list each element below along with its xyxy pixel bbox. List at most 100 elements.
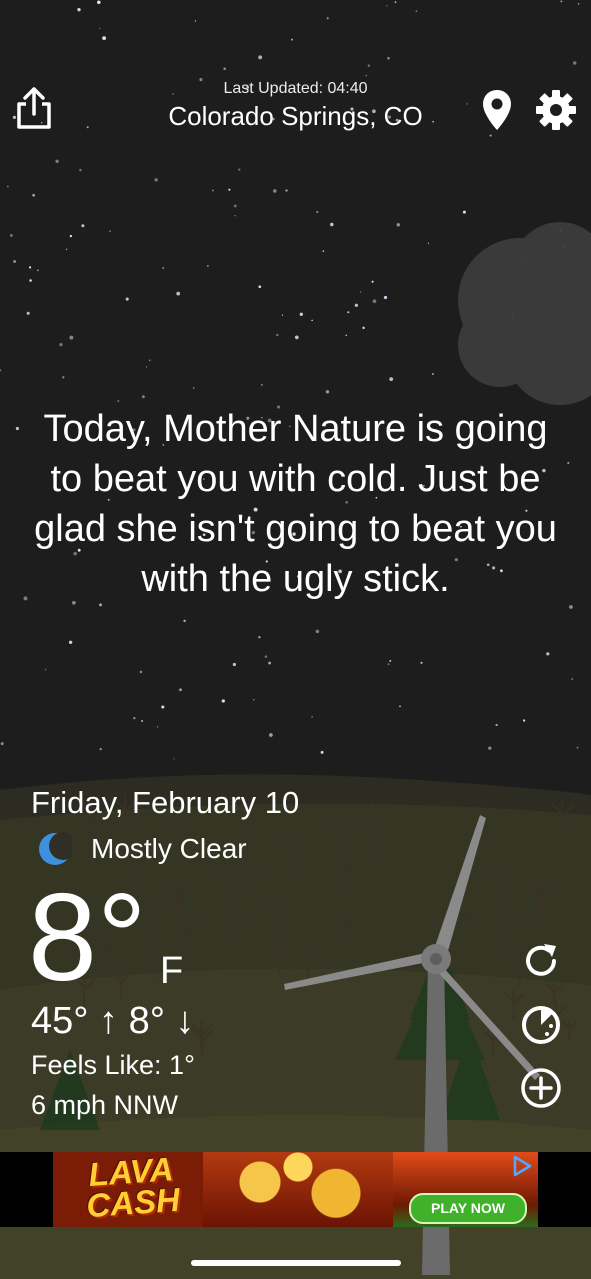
crescent-moon-icon [38, 832, 72, 866]
star [183, 619, 186, 623]
star [315, 629, 320, 634]
star [276, 333, 279, 337]
star [269, 733, 273, 737]
star [383, 295, 388, 300]
star [125, 297, 129, 301]
star [420, 661, 423, 664]
star [9, 233, 13, 237]
refresh-icon [526, 944, 556, 976]
star [228, 188, 231, 191]
star [359, 291, 362, 293]
star [345, 334, 347, 337]
star [233, 204, 237, 208]
star [23, 596, 28, 601]
star [65, 248, 68, 251]
star [399, 705, 401, 708]
star [394, 1, 397, 4]
star [386, 5, 388, 7]
star [29, 266, 32, 269]
star [489, 134, 492, 137]
star [207, 265, 209, 267]
ad-banner[interactable]: LAVA CASH PLAY NOW [53, 1152, 538, 1227]
star [55, 159, 59, 164]
star [367, 64, 370, 67]
star [238, 168, 241, 171]
star [69, 335, 74, 340]
star [176, 291, 181, 296]
star [396, 223, 401, 227]
star [273, 189, 277, 193]
star [173, 758, 175, 760]
star [362, 326, 365, 330]
star [567, 461, 570, 465]
star [387, 663, 390, 666]
adchoices-icon[interactable] [511, 1155, 533, 1177]
star [252, 698, 255, 701]
star [347, 311, 350, 314]
star [560, 0, 563, 3]
star [109, 230, 111, 232]
snarky-forecast-text: Today, Mother Nature is going to beat yo… [34, 408, 557, 600]
star [258, 55, 263, 60]
star [179, 688, 182, 692]
settings-button[interactable] [535, 89, 577, 131]
star [281, 314, 284, 316]
star [26, 311, 30, 315]
refresh-button[interactable] [520, 940, 562, 982]
night-sky-scene [0, 0, 591, 1279]
radar-icon [522, 1006, 560, 1044]
star [68, 640, 73, 645]
star [221, 699, 225, 703]
star [232, 662, 237, 667]
star [79, 168, 82, 172]
star [98, 27, 101, 30]
star [354, 303, 359, 307]
star [258, 635, 261, 639]
star [577, 3, 580, 5]
star [261, 384, 263, 386]
star [522, 719, 526, 722]
ad-coins-image [203, 1152, 393, 1227]
star [316, 211, 319, 214]
star [365, 74, 367, 77]
star [546, 652, 550, 656]
radar-button[interactable] [520, 1004, 562, 1046]
star [299, 312, 304, 317]
star [389, 659, 392, 662]
gear-icon [536, 90, 576, 130]
home-indicator[interactable] [191, 1260, 401, 1266]
star [156, 726, 159, 728]
location-button[interactable] [482, 89, 512, 131]
star [389, 377, 394, 381]
star [32, 193, 35, 197]
star [145, 366, 148, 368]
star [234, 215, 236, 217]
star [7, 185, 9, 188]
star [193, 387, 195, 389]
star [320, 750, 324, 754]
star [372, 299, 377, 303]
star [62, 376, 65, 379]
star [161, 705, 165, 709]
current-temperature: 8° [28, 869, 147, 1007]
star [194, 20, 197, 22]
star [97, 0, 101, 5]
star [29, 279, 32, 282]
star [102, 36, 107, 41]
star [81, 224, 85, 228]
ad-play-now-button[interactable]: PLAY NOW [409, 1193, 527, 1224]
star [258, 285, 262, 289]
star [15, 426, 19, 431]
star [69, 234, 73, 238]
star [488, 746, 492, 750]
star [77, 8, 81, 12]
star [572, 61, 577, 65]
temperature-unit[interactable]: F [160, 950, 183, 993]
star [0, 742, 4, 746]
star [322, 250, 325, 252]
star [149, 359, 151, 362]
wind-text: 6 mph NNW [31, 1090, 179, 1120]
star [569, 605, 573, 609]
add-location-button[interactable] [520, 1067, 562, 1109]
star [264, 655, 268, 658]
